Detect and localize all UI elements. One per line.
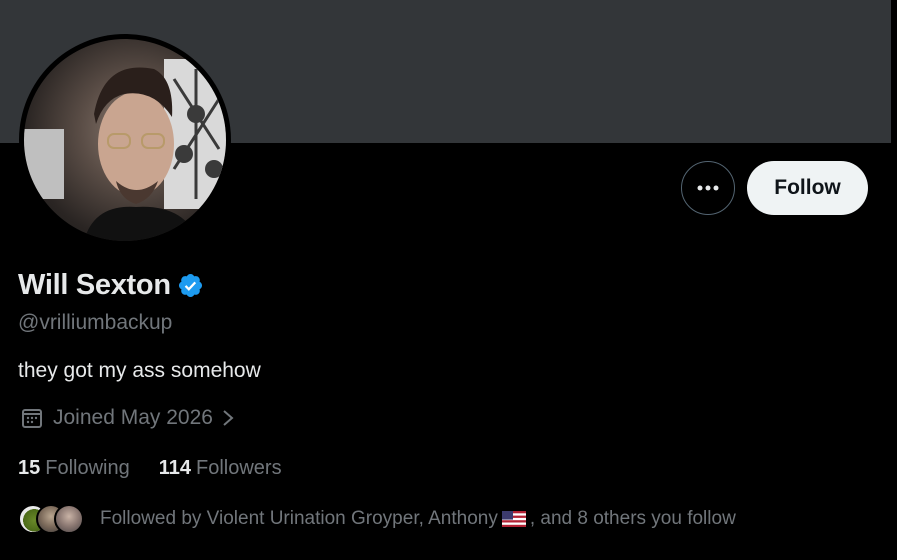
followers-label: Followers bbox=[196, 457, 282, 479]
avatar-photo bbox=[24, 39, 226, 241]
calendar-icon bbox=[22, 409, 42, 428]
chevron-right-icon bbox=[223, 410, 234, 426]
follow-button[interactable]: Follow bbox=[747, 161, 868, 215]
following-label: Following bbox=[45, 457, 130, 479]
profile-name-row: Will Sexton bbox=[18, 269, 204, 302]
profile-stats: 15 Following 114 Followers bbox=[18, 457, 311, 480]
more-icon bbox=[697, 185, 719, 191]
following-link[interactable]: 15 Following bbox=[18, 457, 130, 480]
followed-by-prefix: Followed by Violent Urination Groyper, A… bbox=[100, 508, 498, 529]
joined-label: Joined May 2026 bbox=[53, 406, 213, 429]
profile-bio: they got my ass somehow bbox=[18, 359, 261, 382]
followed-by-text: Followed by Violent Urination Groyper, A… bbox=[100, 508, 736, 530]
follower-avatar bbox=[54, 504, 84, 534]
followers-you-know[interactable]: Followed by Violent Urination Groyper, A… bbox=[18, 504, 736, 534]
scrollbar-gutter bbox=[891, 0, 897, 560]
us-flag-icon bbox=[501, 511, 526, 527]
followers-link[interactable]: 114 Followers bbox=[159, 457, 282, 480]
profile-name: Will Sexton bbox=[18, 269, 171, 301]
more-options-button[interactable] bbox=[681, 161, 735, 215]
followers-count: 114 bbox=[158, 457, 191, 479]
profile-avatar[interactable] bbox=[19, 34, 231, 246]
profile-handle: @vrilliumbackup bbox=[18, 311, 173, 334]
followed-by-suffix: , and 8 others you follow bbox=[529, 508, 736, 529]
verified-badge-icon[interactable] bbox=[177, 272, 204, 299]
joined-date[interactable]: Joined May 2026 bbox=[20, 406, 237, 430]
following-count: 15 bbox=[18, 457, 41, 479]
